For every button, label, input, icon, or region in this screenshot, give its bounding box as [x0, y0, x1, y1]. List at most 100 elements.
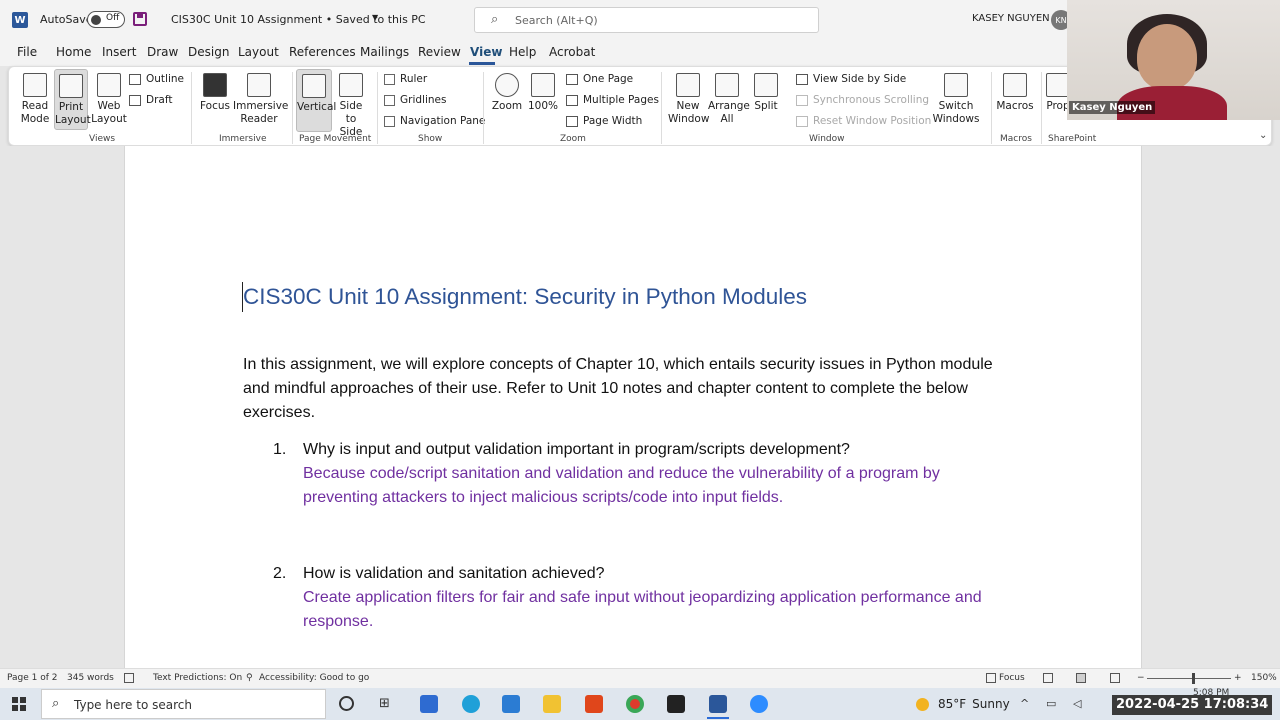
print-layout-label: Print Layout — [55, 101, 91, 126]
edge-icon[interactable] — [462, 695, 480, 713]
taskbar: ⌕ Type here to search ⊞ 85°F Sunny ^ ▭ ◁ — [0, 688, 1280, 720]
chrome-icon[interactable] — [626, 695, 644, 713]
word-count[interactable]: 345 words — [67, 673, 114, 683]
zoom-slider-handle[interactable] — [1192, 673, 1195, 684]
navigation-pane-checkbox[interactable]: Navigation Pane — [384, 115, 485, 127]
word-taskbar-icon[interactable] — [709, 695, 727, 713]
web-layout-icon[interactable] — [1110, 673, 1120, 683]
group-label-macros: Macros — [1000, 134, 1032, 144]
switch-windows-button[interactable]: Switch Windows — [929, 73, 983, 126]
reset-window-position-button[interactable]: Reset Window Position — [796, 115, 931, 127]
view-side-by-side-button[interactable]: View Side by Side — [796, 73, 906, 85]
volume-icon[interactable]: ◁ — [1073, 697, 1081, 710]
network-icon[interactable]: ▭ — [1046, 697, 1056, 710]
tab-draw[interactable]: Draw — [147, 45, 178, 59]
chevron-up-icon[interactable]: ^ — [1020, 697, 1029, 710]
terminal-app-icon[interactable] — [667, 695, 685, 713]
reset-window-position-label: Reset Window Position — [813, 115, 932, 127]
new-window-button[interactable]: New Window — [668, 73, 709, 126]
tab-home[interactable]: Home — [56, 45, 91, 59]
multiple-pages-label: Multiple Pages — [583, 94, 659, 106]
print-layout-button[interactable]: Print Layout — [54, 69, 91, 130]
text-predictions-status[interactable]: Text Predictions: On — [153, 673, 242, 683]
accessibility-status[interactable]: Accessibility: Good to go — [259, 673, 369, 683]
tab-design[interactable]: Design — [188, 45, 229, 59]
arrange-all-button[interactable]: Arrange All — [708, 73, 750, 126]
draft-button[interactable]: Draft — [129, 94, 172, 106]
taskbar-search[interactable]: ⌕ Type here to search — [41, 689, 326, 719]
tab-acrobat[interactable]: Acrobat — [549, 45, 595, 59]
chevron-down-icon[interactable]: ⌄ — [1259, 130, 1267, 141]
print-layout-icon[interactable] — [1076, 673, 1086, 683]
zoom-app-icon[interactable] — [750, 695, 768, 713]
switch-windows-label: Switch Windows — [932, 100, 980, 125]
outline-label: Outline — [146, 73, 184, 85]
search-box[interactable]: ⌕ Search (Alt+Q) — [474, 7, 819, 33]
reset-window-position-icon — [796, 115, 808, 127]
save-icon[interactable] — [133, 12, 147, 26]
read-mode-icon[interactable] — [1043, 673, 1053, 683]
zoom-button[interactable]: Zoom — [491, 73, 523, 113]
autosave-toggle[interactable]: Off — [87, 11, 125, 28]
task-view-icon[interactable]: ⊞ — [379, 696, 390, 711]
macros-button[interactable]: Macros — [996, 73, 1034, 113]
focus-icon[interactable] — [986, 673, 996, 683]
chevron-down-icon[interactable]: ▼ — [372, 13, 378, 22]
document-page[interactable]: CIS30C Unit 10 Assignment: Security in P… — [124, 146, 1142, 668]
tab-references[interactable]: References — [289, 45, 356, 59]
focus-button[interactable]: Focus — [199, 73, 231, 113]
answer-text[interactable]: Create application filters for fair and … — [303, 586, 1013, 634]
tab-mailings[interactable]: Mailings — [360, 45, 409, 59]
page-count[interactable]: Page 1 of 2 — [7, 673, 58, 683]
document-canvas[interactable]: CIS30C Unit 10 Assignment: Security in P… — [0, 146, 1280, 668]
ribbon-separator — [661, 72, 662, 144]
vertical-button[interactable]: Vertical — [296, 69, 336, 132]
focus-mode-button[interactable]: Focus — [999, 673, 1025, 683]
intro-paragraph[interactable]: In this assignment, we will explore conc… — [243, 353, 1013, 425]
multiple-pages-button[interactable]: Multiple Pages — [566, 94, 659, 106]
office-icon[interactable] — [585, 695, 603, 713]
tab-insert[interactable]: Insert — [102, 45, 136, 59]
mail-icon[interactable] — [502, 695, 520, 713]
tab-layout[interactable]: Layout — [238, 45, 279, 59]
document-heading[interactable]: CIS30C Unit 10 Assignment: Security in P… — [243, 284, 807, 310]
vertical-icon — [302, 74, 326, 98]
gridlines-checkbox[interactable]: Gridlines — [384, 94, 446, 106]
synchronous-scrolling-button[interactable]: Synchronous Scrolling — [796, 94, 929, 106]
tab-file[interactable]: File — [17, 45, 37, 59]
tab-help[interactable]: Help — [509, 45, 536, 59]
page-width-button[interactable]: Page Width — [566, 115, 642, 127]
synchronous-scrolling-icon — [796, 94, 808, 106]
tab-review[interactable]: Review — [418, 45, 461, 59]
recording-timestamp: 2022-04-25 17:08:34 — [1112, 695, 1273, 715]
word-app-icon: W — [12, 12, 28, 28]
answer-text[interactable]: Because code/script sanitation and valid… — [303, 462, 1013, 510]
cortana-icon[interactable] — [339, 696, 354, 711]
outline-icon — [129, 73, 141, 85]
document-title[interactable]: CIS30C Unit 10 Assignment • Saved to thi… — [171, 13, 426, 26]
store-icon[interactable] — [420, 695, 438, 713]
active-app-indicator — [707, 717, 729, 719]
question-text: Why is input and output validation impor… — [303, 441, 850, 458]
tab-view[interactable]: View — [470, 45, 502, 59]
outline-button[interactable]: Outline — [129, 73, 184, 85]
ribbon-separator — [191, 72, 192, 144]
zoom-out-button[interactable]: − — [1137, 673, 1145, 683]
weather-widget[interactable]: 85°F Sunny — [916, 697, 1010, 711]
zoom-in-button[interactable]: + — [1234, 673, 1242, 683]
zoom-slider[interactable] — [1147, 678, 1231, 679]
one-page-button[interactable]: One Page — [566, 73, 633, 85]
side-to-side-button[interactable]: Side to Side — [335, 73, 367, 139]
read-mode-button[interactable]: Read Mode — [15, 73, 55, 126]
zoom-level[interactable]: 150% — [1251, 673, 1277, 683]
web-layout-button[interactable]: Web Layout — [91, 73, 127, 126]
windows-start-icon[interactable] — [12, 697, 26, 711]
zoom-100-button[interactable]: 100% — [527, 73, 559, 113]
immersive-reader-button[interactable]: Immersive Reader — [233, 73, 288, 126]
proofing-icon[interactable] — [124, 673, 134, 683]
file-explorer-icon[interactable] — [543, 695, 561, 713]
user-name[interactable]: KASEY NGUYEN — [972, 13, 1050, 24]
ruler-checkbox[interactable]: Ruler — [384, 73, 427, 85]
read-mode-label: Read Mode — [20, 100, 50, 125]
split-button[interactable]: Split — [750, 73, 782, 113]
